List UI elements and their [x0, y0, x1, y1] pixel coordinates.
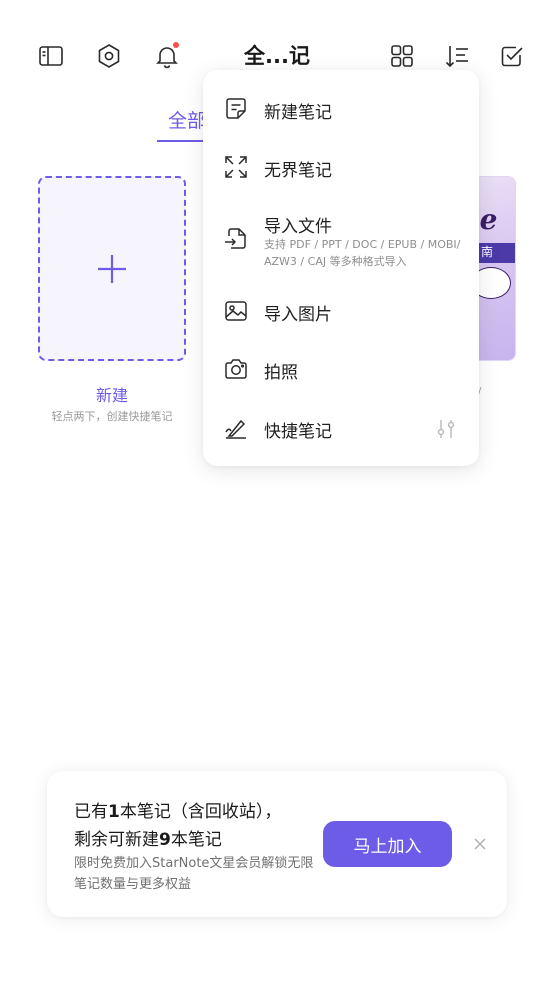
menu-item-label: 拍照 — [264, 363, 298, 383]
camera-icon — [223, 356, 249, 382]
new-note-card[interactable] — [38, 176, 186, 361]
menu-item-infinite-note[interactable]: 无界笔记 — [203, 148, 479, 206]
note-edit-icon — [223, 96, 249, 122]
membership-banner: 已有1本笔记（含回收站）， 剩余可新建9本笔记 限时免费加入StarNote文星… — [47, 771, 507, 917]
close-icon[interactable] — [471, 835, 489, 853]
banner-description: 限时免费加入StarNote文星会员解锁无限笔记数量与更多权益 — [74, 856, 314, 892]
expand-canvas-icon — [223, 154, 249, 180]
menu-item-label: 新建笔记 — [264, 103, 332, 123]
sidebar-toggle-icon[interactable] — [37, 42, 65, 70]
menu-item-label: 导入文件 — [264, 217, 332, 237]
banner-line-2: 剩余可新建9本笔记 — [74, 830, 222, 850]
menu-item-camera[interactable]: 拍照 — [203, 342, 479, 400]
grid-view-icon[interactable] — [388, 42, 416, 70]
join-now-button[interactable]: 马上加入 — [323, 821, 452, 867]
import-file-icon — [223, 226, 249, 252]
quick-pen-icon — [223, 416, 249, 442]
menu-item-label: 导入图片 — [264, 305, 332, 325]
select-check-icon[interactable] — [498, 42, 526, 70]
new-note-label: 新建 — [95, 386, 128, 405]
menu-item-import-file[interactable]: 导入文件 支持 PDF / PPT / DOC / EPUB / MOBI/ A… — [203, 206, 479, 284]
new-note-menu: 新建笔记 无界笔记 导入文件 支持 PDF / PPT / DOC / EPUB… — [203, 70, 479, 466]
settings-icon[interactable] — [95, 42, 123, 70]
sort-icon[interactable] — [443, 42, 471, 70]
menu-item-import-image[interactable]: 导入图片 — [203, 284, 479, 342]
plus-icon — [98, 254, 126, 283]
new-note-hint: 轻点两下，创建快捷笔记 — [51, 410, 173, 423]
notification-dot — [173, 42, 179, 48]
image-icon — [223, 298, 249, 324]
menu-item-label: 无界笔记 — [264, 161, 332, 181]
cover-art-ribbon-text: 南 — [481, 245, 494, 259]
bell-icon[interactable] — [153, 42, 181, 70]
banner-line-1: 已有1本笔记（含回收站）， — [74, 802, 282, 822]
menu-item-quick-note[interactable]: 快捷笔记 — [203, 400, 479, 460]
menu-item-new-note[interactable]: 新建笔记 — [203, 70, 479, 148]
adjust-sliders-icon[interactable] — [435, 418, 457, 440]
menu-item-label: 快捷笔记 — [264, 422, 332, 442]
menu-item-sublabel: 支持 PDF / PPT / DOC / EPUB / MOBI/ AZW3 /… — [264, 238, 461, 268]
